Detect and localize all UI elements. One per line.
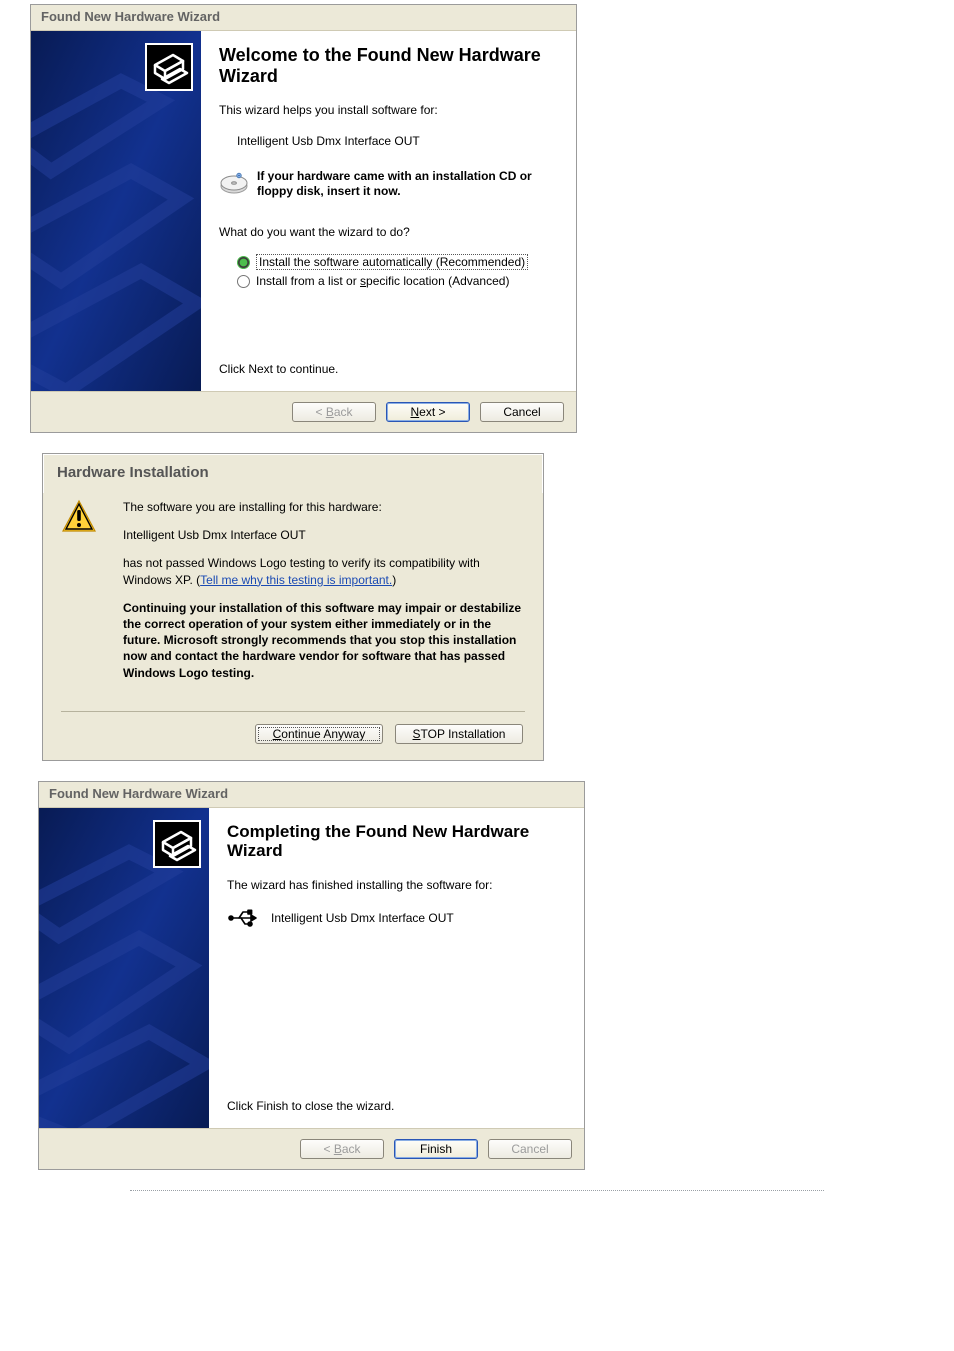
cd-hint-text: If your hardware came with an installati… [257, 169, 558, 200]
cd-hint: If your hardware came with an installati… [219, 169, 558, 200]
next-button[interactable]: Next > [386, 402, 470, 422]
warn-title: Hardware Installation [43, 454, 543, 493]
wizard3-content: Completing the Found New Hardware Wizard… [209, 808, 584, 1128]
wizard3-title: Found New Hardware Wizard [39, 782, 584, 808]
wizard3-window: Found New Hardware Wizard [38, 781, 585, 1170]
warn-window: Hardware Installation The software you a… [42, 453, 544, 761]
wizard1-body: Welcome to the Found New Hardware Wizard… [31, 31, 576, 391]
wizard1-device: Intelligent Usb Dmx Interface OUT [219, 133, 558, 149]
wizard1-sidebar [31, 31, 201, 391]
opt-manual-label: Install from a list or specific location… [256, 274, 509, 288]
opt-manual-radio[interactable] [237, 275, 250, 288]
warning-icon [61, 499, 97, 693]
logo-testing-link[interactable]: Tell me why this testing is important. [200, 573, 392, 587]
wizard3-device-row: Intelligent Usb Dmx Interface OUT [227, 907, 566, 929]
wizard1-question: What do you want the wizard to do? [219, 224, 558, 240]
cancel-button[interactable]: Cancel [480, 402, 564, 422]
back-button[interactable]: < Back [292, 402, 376, 422]
warn-footer: Continue Anyway STOP Installation [61, 724, 525, 760]
cd-icon [219, 169, 249, 199]
continue-anyway-button[interactable]: Continue Anyway [255, 724, 383, 744]
warn-divider [61, 711, 525, 712]
wizard1-radios: Install the software automatically (Reco… [237, 254, 558, 288]
warn-text: The software you are installing for this… [123, 499, 525, 693]
wizard3-intro: The wizard has finished installing the s… [227, 877, 566, 893]
wizard3-body: Completing the Found New Hardware Wizard… [39, 808, 584, 1128]
wizard1-click-next: Click Next to continue. [219, 361, 558, 377]
usb-icon [227, 907, 257, 929]
page-divider [130, 1190, 824, 1191]
wizard3-footer: < Back Finish Cancel [39, 1128, 584, 1169]
warn-device: Intelligent Usb Dmx Interface OUT [123, 527, 525, 543]
stop-installation-button[interactable]: STOP Installation [395, 724, 523, 744]
warn-p1: The software you are installing for this… [123, 499, 525, 515]
wizard1-title: Found New Hardware Wizard [31, 5, 576, 31]
wizard1-window: Found New Hardware Wizard [30, 4, 577, 433]
wizard1-intro: This wizard helps you install software f… [219, 102, 558, 118]
warn-main: The software you are installing for this… [61, 493, 525, 711]
page: Found New Hardware Wizard [0, 0, 954, 1191]
finish-button[interactable]: Finish [394, 1139, 478, 1159]
cancel-button[interactable]: Cancel [488, 1139, 572, 1159]
device-icon [145, 43, 193, 91]
opt-auto[interactable]: Install the software automatically (Reco… [237, 254, 558, 270]
wizard1-heading: Welcome to the Found New Hardware Wizard [219, 45, 558, 86]
warn-body: The software you are installing for this… [43, 493, 543, 760]
opt-auto-radio[interactable] [237, 256, 250, 269]
device-icon [153, 820, 201, 868]
warn-bold: Continuing your installation of this sof… [123, 600, 525, 681]
wizard1-content: Welcome to the Found New Hardware Wizard… [201, 31, 576, 391]
opt-auto-label: Install the software automatically (Reco… [256, 254, 528, 270]
wizard3-sidebar [39, 808, 209, 1128]
wizard3-click-finish: Click Finish to close the wizard. [227, 1098, 566, 1114]
warn-p2: has not passed Windows Logo testing to v… [123, 555, 525, 587]
wizard1-footer: < Back Next > Cancel [31, 391, 576, 432]
opt-manual[interactable]: Install from a list or specific location… [237, 274, 558, 288]
wizard3-heading: Completing the Found New Hardware Wizard [227, 822, 566, 861]
back-button[interactable]: < Back [300, 1139, 384, 1159]
wizard3-device: Intelligent Usb Dmx Interface OUT [271, 911, 454, 925]
